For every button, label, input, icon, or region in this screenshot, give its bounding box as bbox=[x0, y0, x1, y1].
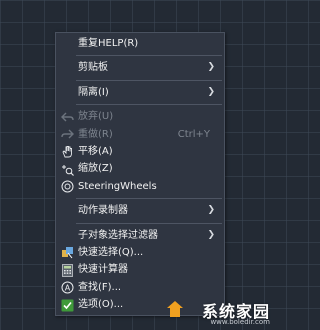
steering-wheel-icon bbox=[60, 180, 74, 194]
menu-item-label: 放弃(U) bbox=[78, 111, 114, 123]
submenu-arrow-icon: ❯ bbox=[207, 86, 215, 97]
undo-icon bbox=[60, 110, 74, 124]
menu-separator bbox=[76, 198, 222, 200]
menu-item-find[interactable]: A 查找(F)... bbox=[56, 279, 224, 296]
menu-item-action-recorder[interactable]: 动作录制器 ❯ bbox=[56, 202, 224, 219]
submenu-arrow-icon: ❯ bbox=[207, 205, 215, 216]
zoom-icon bbox=[60, 162, 74, 176]
find-icon: A bbox=[60, 281, 74, 295]
calculator-icon bbox=[60, 263, 74, 277]
menu-separator bbox=[76, 222, 222, 224]
menu-item-label: 查找(F)... bbox=[78, 281, 122, 293]
context-menu: 重复HELP(R) 剪贴板 ❯ 隔离(I) ❯ 放弃(U) 重做(R) Ctrl… bbox=[55, 32, 225, 317]
menu-item-subobject-filter[interactable]: 子对象选择过滤器 ❯ bbox=[56, 227, 224, 244]
svg-text:A: A bbox=[64, 283, 70, 292]
menu-item-isolate[interactable]: 隔离(I) ❯ bbox=[56, 84, 224, 101]
hand-icon bbox=[60, 145, 74, 159]
watermark: 系统家园 www.boledir.com bbox=[166, 298, 274, 330]
menu-item-redo[interactable]: 重做(R) Ctrl+Y bbox=[56, 126, 224, 143]
menu-item-label: 重复HELP(R) bbox=[78, 38, 139, 49]
menu-item-steering-wheels[interactable]: SteeringWheels bbox=[56, 178, 224, 195]
watermark-logo-icon bbox=[167, 301, 183, 317]
menu-item-pan[interactable]: 平移(A) bbox=[56, 143, 224, 160]
submenu-arrow-icon: ❯ bbox=[207, 229, 215, 240]
menu-item-label: 子对象选择过滤器 bbox=[78, 229, 158, 241]
menu-item-shortcut: Ctrl+Y bbox=[177, 128, 210, 140]
watermark-url: www.boledir.com bbox=[210, 318, 270, 326]
menu-separator bbox=[76, 79, 222, 81]
menu-item-label: SteeringWheels bbox=[78, 180, 157, 192]
submenu-arrow-icon: ❯ bbox=[207, 62, 215, 73]
menu-separator bbox=[76, 104, 222, 106]
menu-item-label: 隔离(I) bbox=[78, 86, 109, 98]
menu-item-label: 选项(O)... bbox=[78, 299, 124, 311]
menu-item-undo[interactable]: 放弃(U) bbox=[56, 108, 224, 125]
menu-item-quick-calc[interactable]: 快速计算器 bbox=[56, 261, 224, 278]
menu-item-label: 缩放(Z) bbox=[78, 163, 113, 175]
menu-item-zoom[interactable]: 缩放(Z) bbox=[56, 160, 224, 177]
menu-item-repeat-help[interactable]: 重复HELP(R) bbox=[56, 35, 224, 52]
menu-item-label: 快速选择(Q)... bbox=[78, 246, 144, 258]
menu-separator bbox=[76, 55, 222, 57]
menu-item-quick-select[interactable]: 快速选择(Q)... bbox=[56, 244, 224, 261]
menu-item-label: 剪贴板 bbox=[78, 62, 108, 74]
menu-item-label: 平移(A) bbox=[78, 145, 113, 157]
redo-icon bbox=[60, 128, 74, 142]
menu-item-label: 动作录制器 bbox=[78, 205, 128, 217]
quick-select-icon bbox=[60, 246, 74, 260]
menu-item-clipboard[interactable]: 剪贴板 ❯ bbox=[56, 59, 224, 76]
menu-item-label: 快速计算器 bbox=[78, 264, 128, 276]
checkmark-icon bbox=[60, 298, 74, 312]
menu-item-label: 重做(R) bbox=[78, 128, 113, 140]
